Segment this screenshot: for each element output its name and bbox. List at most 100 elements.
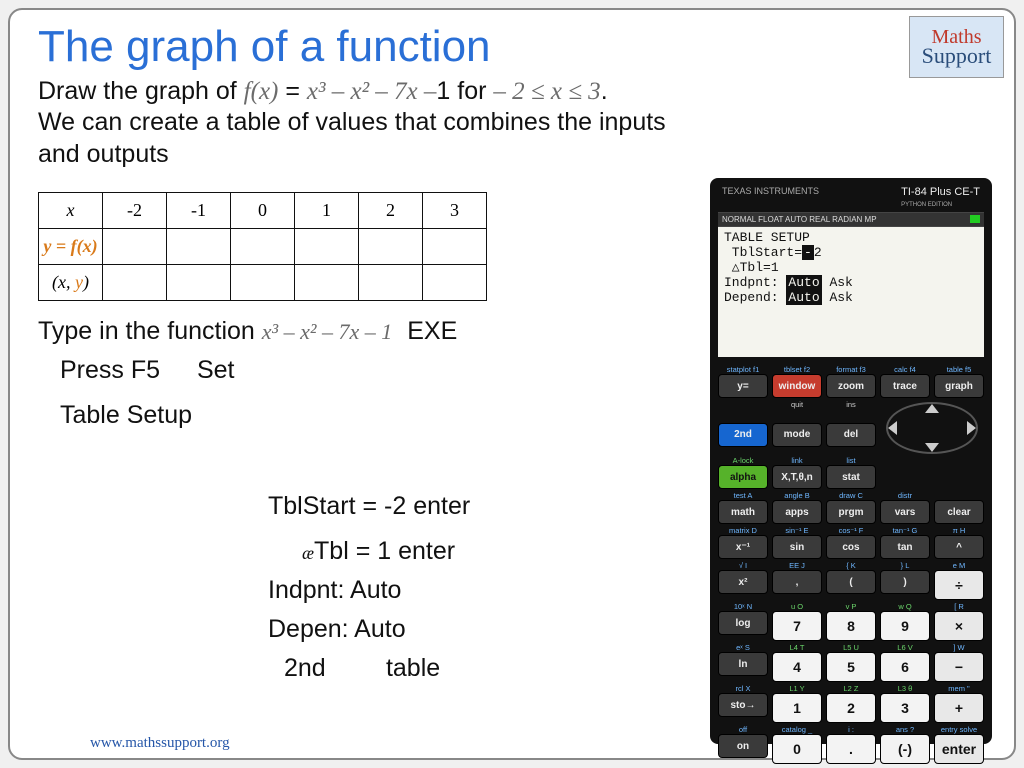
key-ln[interactable]: ln	[718, 652, 768, 676]
table-row: (x, y)	[39, 264, 487, 300]
key-xinv[interactable]: x⁻¹	[718, 535, 768, 559]
row3-label: (x, y)	[39, 264, 103, 300]
lbl: matrix D	[718, 526, 768, 535]
delta-icon: æ	[302, 543, 314, 563]
maths-support-logo: Maths Support	[909, 16, 1004, 78]
arrow-right-icon[interactable]	[967, 421, 976, 435]
lbl: statplot f1	[718, 365, 768, 374]
key-xsq[interactable]: x²	[718, 570, 768, 594]
key-labels: √ IEE J{ K} Le M	[718, 561, 984, 570]
key-graph[interactable]: graph	[934, 374, 984, 398]
slide: Maths Support The graph of a function Dr…	[8, 8, 1016, 760]
lbl: L5 U	[826, 643, 876, 652]
key-sub[interactable]: −	[934, 652, 984, 682]
key-7[interactable]: 7	[772, 611, 822, 641]
key-zoom[interactable]: zoom	[826, 374, 876, 398]
key-add[interactable]: +	[934, 693, 984, 723]
screen-l1: TABLE SETUP	[724, 230, 810, 245]
key-rparen[interactable]: )	[880, 570, 930, 594]
brand-right: TI-84 Plus CE-TPYTHON EDITION	[901, 186, 980, 208]
key-mode[interactable]: mode	[772, 423, 822, 447]
key-sto[interactable]: sto→	[718, 693, 768, 717]
brand-model: TI-84 Plus CE-T	[901, 186, 980, 198]
screen-l5b: Auto	[786, 290, 821, 305]
key-2[interactable]: 2	[826, 693, 876, 723]
key-enter[interactable]: enter	[934, 734, 984, 764]
prompt-fx: f(x)	[244, 78, 279, 105]
key-xtn[interactable]: X,T,θ,n	[772, 465, 822, 489]
key-y[interactable]: y=	[718, 374, 768, 398]
key-comma[interactable]: ,	[772, 570, 822, 594]
key-trace[interactable]: trace	[880, 374, 930, 398]
key-2nd[interactable]: 2nd	[718, 423, 768, 447]
lbl: A-lock	[718, 456, 768, 465]
key-9[interactable]: 9	[880, 611, 930, 641]
step-table: table	[386, 654, 440, 682]
logo-line2: Support	[922, 46, 992, 66]
xy-cell	[231, 264, 295, 300]
key-clear[interactable]: clear	[934, 500, 984, 524]
key-math[interactable]: math	[718, 500, 768, 524]
table-row: x -2 -1 0 1 2 3	[39, 192, 487, 228]
x-cell: -2	[103, 192, 167, 228]
key-del[interactable]: del	[826, 423, 876, 447]
step-indpnt: Indpnt: Auto	[268, 576, 470, 605]
key-row: math apps prgm vars clear	[718, 500, 984, 524]
dpad[interactable]	[880, 400, 984, 456]
key-5[interactable]: 5	[826, 652, 876, 682]
step-tblstart: TblStart = -2 enter	[268, 492, 470, 521]
key-row: sto→ 1 2 3 +	[718, 693, 984, 723]
screen-l4a: Indpnt:	[724, 275, 786, 290]
xy-cell	[295, 264, 359, 300]
x-cell: 0	[231, 192, 295, 228]
key-on[interactable]: on	[718, 734, 768, 758]
x-cell: 3	[423, 192, 487, 228]
key-vars[interactable]: vars	[880, 500, 930, 524]
key-labels: matrix Dsin⁻¹ Ecos⁻¹ Ftan⁻¹ Gπ H	[718, 526, 984, 535]
key-row: y= window zoom trace graph	[718, 374, 984, 398]
key-neg[interactable]: (-)	[880, 734, 930, 764]
screen-l3: △Tbl=1	[724, 260, 779, 275]
step-2nd: 2nd	[284, 654, 379, 683]
lbl: catalog _	[772, 725, 822, 734]
key-4[interactable]: 4	[772, 652, 822, 682]
key-cos[interactable]: cos	[826, 535, 876, 559]
key-pow[interactable]: ^	[934, 535, 984, 559]
y-cell	[167, 228, 231, 264]
key-dot[interactable]: .	[826, 734, 876, 764]
arrow-down-icon[interactable]	[925, 443, 939, 452]
y-cell	[359, 228, 423, 264]
key-row: on 0 . (-) enter	[718, 734, 984, 764]
key-stat[interactable]: stat	[826, 465, 876, 489]
key-0[interactable]: 0	[772, 734, 822, 764]
lbl: test A	[718, 491, 768, 500]
key-apps[interactable]: apps	[772, 500, 822, 524]
key-div[interactable]: ÷	[934, 570, 984, 600]
arrow-up-icon[interactable]	[925, 404, 939, 413]
lbl: L1 Y	[772, 684, 822, 693]
key-row: x⁻¹ sin cos tan ^	[718, 535, 984, 559]
prompt-eq: =	[278, 77, 307, 105]
key-prgm[interactable]: prgm	[826, 500, 876, 524]
key-window[interactable]: window	[772, 374, 822, 398]
key-labels: A-lock link list	[718, 456, 984, 465]
screen-l4c: Ask	[822, 275, 853, 290]
lbl: u O	[772, 602, 822, 611]
lbl: distr	[880, 491, 930, 500]
lbl: angle B	[772, 491, 822, 500]
key-alpha[interactable]: alpha	[718, 465, 768, 489]
key-3[interactable]: 3	[880, 693, 930, 723]
prompt-period: .	[601, 77, 608, 105]
lbl: π H	[934, 526, 984, 535]
key-6[interactable]: 6	[880, 652, 930, 682]
key-lparen[interactable]: (	[826, 570, 876, 594]
lbl	[718, 400, 768, 419]
key-log[interactable]: log	[718, 611, 768, 635]
key-1[interactable]: 1	[772, 693, 822, 723]
arrow-left-icon[interactable]	[888, 421, 897, 435]
key-tan[interactable]: tan	[880, 535, 930, 559]
key-mul[interactable]: ×	[934, 611, 984, 641]
key-8[interactable]: 8	[826, 611, 876, 641]
key-sin[interactable]: sin	[772, 535, 822, 559]
step-press-f5: Press F5	[60, 356, 190, 385]
